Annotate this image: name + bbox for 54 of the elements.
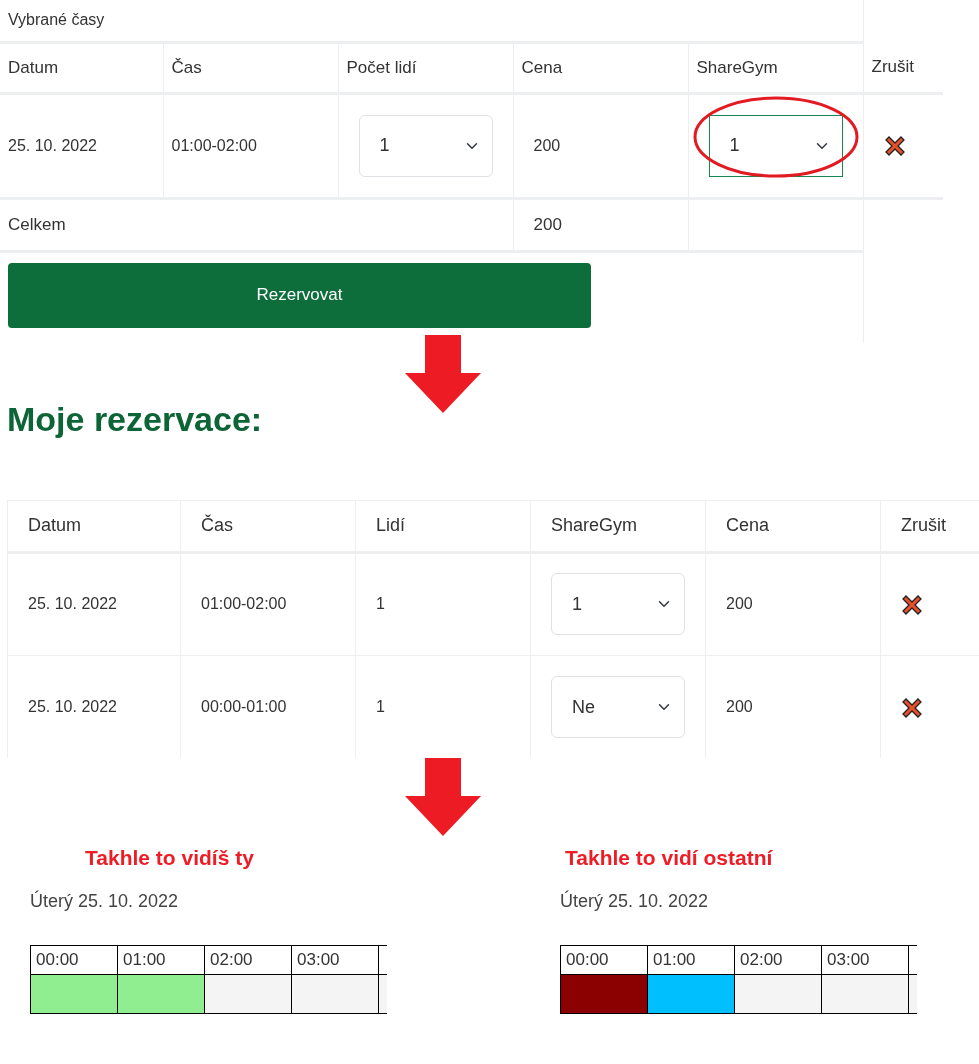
time-slot[interactable] <box>734 974 822 1014</box>
column-header: Datum <box>28 515 81 536</box>
table-cell: 01:00-02:00 <box>171 136 257 154</box>
table-cell: 00:00-01:00 <box>201 698 287 716</box>
table-cell: 200 <box>533 136 561 154</box>
sharegym-select[interactable]: 1 <box>708 114 843 177</box>
table-caption: Vybrané časy <box>8 11 105 29</box>
time-slot-header: 03:00 <box>821 944 909 975</box>
time-slot[interactable] <box>117 974 205 1014</box>
sharegym-select[interactable]: 1 <box>551 573 685 636</box>
column-header: Cena <box>521 57 563 77</box>
reserve-button[interactable]: Rezervovat <box>8 262 591 328</box>
time-slot-header: 00:00 <box>560 944 648 975</box>
cancel-icon[interactable] <box>901 595 923 616</box>
section-heading: Moje rezervace: <box>7 399 264 440</box>
table-cell: 1 <box>376 595 385 613</box>
table-cell: 200 <box>726 698 753 716</box>
time-slot[interactable] <box>291 974 379 1014</box>
table-cell: 25. 10. 2022 <box>28 698 117 716</box>
day-label: Úterý 25. 10. 2022 <box>30 889 179 913</box>
table-cell: 25. 10. 2022 <box>8 136 97 154</box>
time-slot-header: 01:00 <box>117 944 205 975</box>
total-price: 200 <box>533 214 562 234</box>
total-label: Celkem <box>8 214 66 234</box>
people-select[interactable]: 1 <box>358 114 493 177</box>
column-header: Datum <box>8 57 59 77</box>
time-slot-header: 03:00 <box>291 944 379 975</box>
column-header: ShareGym <box>696 57 778 77</box>
column-header: Lidí <box>376 515 406 536</box>
table-cell: 25. 10. 2022 <box>28 595 117 613</box>
time-slot[interactable] <box>647 974 735 1014</box>
time-slot[interactable] <box>30 974 118 1014</box>
column-header: ShareGym <box>551 515 638 536</box>
time-slot-header: 02:00 <box>734 944 822 975</box>
table-cell: 01:00-02:00 <box>201 595 287 613</box>
column-header: Cena <box>726 515 770 536</box>
day-label: Úterý 25. 10. 2022 <box>560 889 709 913</box>
column-header: Čas <box>171 57 202 77</box>
table-cell: 200 <box>726 595 753 613</box>
time-slot[interactable] <box>821 974 909 1014</box>
column-header: Počet lidí <box>346 57 417 77</box>
time-slot[interactable] <box>204 974 292 1014</box>
cancel-icon[interactable] <box>901 697 923 718</box>
annotation-title: Takhle to vidíš ty <box>85 845 254 872</box>
table-cell: 1 <box>376 698 385 716</box>
time-slot-header: 00:00 <box>30 944 118 975</box>
cancel-icon[interactable] <box>883 136 906 157</box>
annotation-title: Takhle to vidí ostatní <box>565 845 773 872</box>
column-header: Zrušit <box>901 515 946 536</box>
sharegym-select[interactable]: Ne <box>551 676 685 739</box>
time-slot-header: 02:00 <box>204 944 292 975</box>
column-header: Zrušit <box>871 57 915 76</box>
time-slot-header: 01:00 <box>647 944 735 975</box>
column-header: Čas <box>201 515 233 536</box>
